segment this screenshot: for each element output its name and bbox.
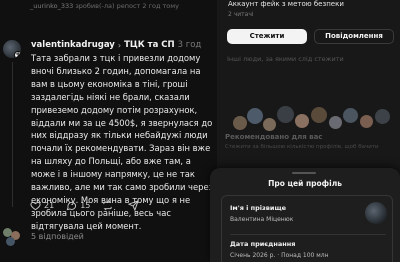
divider: [230, 234, 386, 235]
avatar[interactable]: [375, 109, 390, 124]
avatar[interactable]: [360, 115, 373, 128]
reply-avatars: [3, 228, 21, 246]
recommended-title: Рекомендовано для вас: [225, 133, 323, 141]
follow-plus-icon[interactable]: +: [14, 51, 21, 58]
avatar[interactable]: [295, 114, 309, 128]
message-button[interactable]: Повідомлення: [314, 29, 394, 44]
name-label: Ім'я і прізвище: [230, 204, 287, 212]
about-profile-sheet: Про цей профіль Ім'я і прізвище Валентин…: [210, 168, 400, 262]
avatar[interactable]: [263, 118, 276, 131]
suggested-heading: Інші люди, за якими слід стежити: [227, 55, 344, 63]
comment-button[interactable]: 15: [66, 200, 90, 211]
avatar[interactable]: [277, 106, 294, 123]
avatar[interactable]: [343, 108, 358, 123]
avatar[interactable]: [311, 107, 327, 123]
follow-button[interactable]: Стежити: [227, 29, 307, 44]
recommended-subtitle: Стежити за більшою кількістю профілів, щ…: [225, 144, 379, 150]
repost-username[interactable]: _uurinko_333: [30, 2, 73, 10]
avatar: [6, 237, 15, 246]
repost-button[interactable]: [102, 200, 116, 211]
followers-count[interactable]: 2 читачі: [228, 11, 254, 18]
share-button[interactable]: [128, 200, 142, 211]
avatar[interactable]: +: [3, 40, 21, 58]
replies-link[interactable]: 5 відповідей: [31, 232, 84, 241]
avatar: [365, 202, 387, 224]
chevron-right-icon: ›: [117, 40, 122, 50]
post-author[interactable]: valentinkadrugay: [31, 40, 115, 50]
like-button[interactable]: 21: [30, 200, 54, 211]
comment-icon: [66, 201, 77, 211]
repost-action: зробив(-ла) репост 2 год тому: [75, 2, 180, 10]
repost-icon: [103, 200, 112, 211]
repost-line[interactable]: _uurinko_333 зробив(-ла) репост 2 год то…: [30, 2, 179, 10]
profile-bio: Аккаунт фейк з метою безпеки: [228, 0, 344, 8]
comment-count: 15: [80, 201, 91, 210]
feed: _uurinko_333 зробив(-ла) репост 2 год то…: [0, 0, 217, 262]
like-count: 21: [44, 201, 55, 210]
post-community[interactable]: ТЦК та СП: [124, 40, 175, 50]
post-actions: 21 15: [30, 200, 154, 211]
sheet-handle[interactable]: [292, 172, 316, 174]
avatar[interactable]: [233, 116, 247, 130]
name-value: Валентина Міценюк: [230, 216, 294, 223]
share-icon: [128, 200, 140, 211]
thread-line: [12, 62, 13, 207]
post-header: valentinkadrugay › ТЦК та СП 3 год: [31, 40, 201, 50]
avatar[interactable]: [247, 108, 263, 124]
joined-value: Січень 2026 р. · Понад 100 млн: [230, 252, 329, 259]
sheet-title: Про цей профіль: [268, 179, 342, 188]
joined-label: Дата приєднання: [230, 240, 296, 248]
profile-info-card: Ім'я і прізвище Валентина Міценюк Дата п…: [221, 195, 393, 262]
heart-icon: [30, 201, 41, 211]
post-time: 3 год: [177, 40, 202, 50]
avatar[interactable]: [329, 116, 342, 129]
